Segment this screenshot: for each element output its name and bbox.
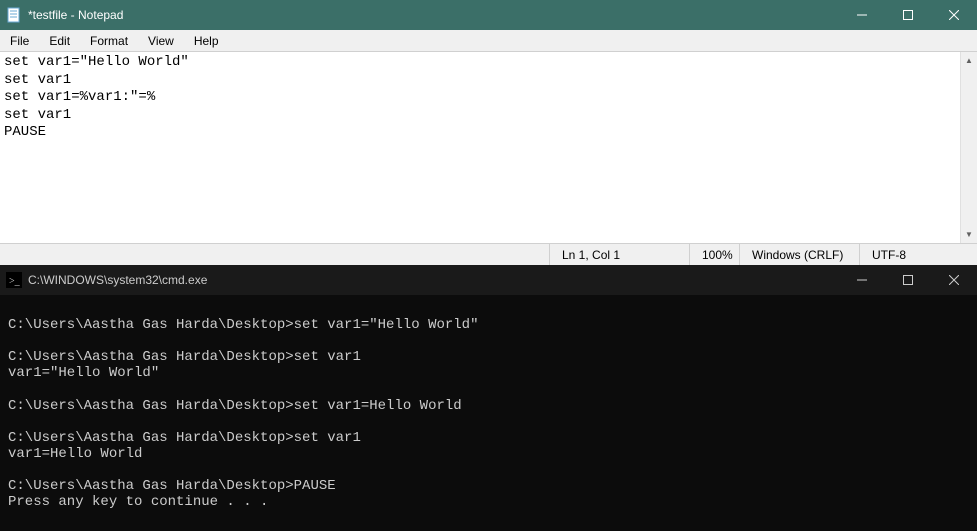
window-controls bbox=[839, 0, 977, 30]
menu-edit[interactable]: Edit bbox=[39, 32, 80, 50]
notepad-title: *testfile - Notepad bbox=[28, 8, 839, 22]
notepad-statusbar: Ln 1, Col 1 100% Windows (CRLF) UTF-8 bbox=[0, 243, 977, 265]
status-spacer bbox=[0, 244, 549, 265]
svg-text:>_: >_ bbox=[9, 276, 21, 287]
menu-view[interactable]: View bbox=[138, 32, 184, 50]
maximize-button[interactable] bbox=[885, 0, 931, 30]
notepad-titlebar[interactable]: *testfile - Notepad bbox=[0, 0, 977, 30]
cmd-app-icon: >_ bbox=[6, 272, 22, 288]
cmd-close-button[interactable] bbox=[931, 265, 977, 295]
vertical-scrollbar[interactable]: ▲ ▼ bbox=[960, 52, 977, 243]
scroll-down-arrow-icon[interactable]: ▼ bbox=[961, 226, 977, 243]
close-button[interactable] bbox=[931, 0, 977, 30]
cmd-title: C:\WINDOWS\system32\cmd.exe bbox=[28, 273, 839, 287]
cmd-window: >_ C:\WINDOWS\system32\cmd.exe C:\Users\… bbox=[0, 265, 977, 531]
cmd-titlebar[interactable]: >_ C:\WINDOWS\system32\cmd.exe bbox=[0, 265, 977, 295]
status-zoom: 100% bbox=[689, 244, 739, 265]
menu-help[interactable]: Help bbox=[184, 32, 229, 50]
status-line-ending: Windows (CRLF) bbox=[739, 244, 859, 265]
menu-file[interactable]: File bbox=[0, 32, 39, 50]
notepad-menubar: File Edit Format View Help bbox=[0, 30, 977, 52]
status-encoding: UTF-8 bbox=[859, 244, 977, 265]
menu-format[interactable]: Format bbox=[80, 32, 138, 50]
cmd-maximize-button[interactable] bbox=[885, 265, 931, 295]
scroll-up-arrow-icon[interactable]: ▲ bbox=[961, 52, 977, 69]
notepad-app-icon bbox=[6, 7, 22, 23]
notepad-text-area[interactable]: set var1="Hello World" set var1 set var1… bbox=[0, 52, 977, 243]
cmd-minimize-button[interactable] bbox=[839, 265, 885, 295]
cmd-window-controls bbox=[839, 265, 977, 295]
cmd-output[interactable]: C:\Users\Aastha Gas Harda\Desktop>set va… bbox=[0, 295, 977, 531]
status-cursor-position: Ln 1, Col 1 bbox=[549, 244, 689, 265]
minimize-button[interactable] bbox=[839, 0, 885, 30]
notepad-window: *testfile - Notepad File Edit Format Vie… bbox=[0, 0, 977, 265]
